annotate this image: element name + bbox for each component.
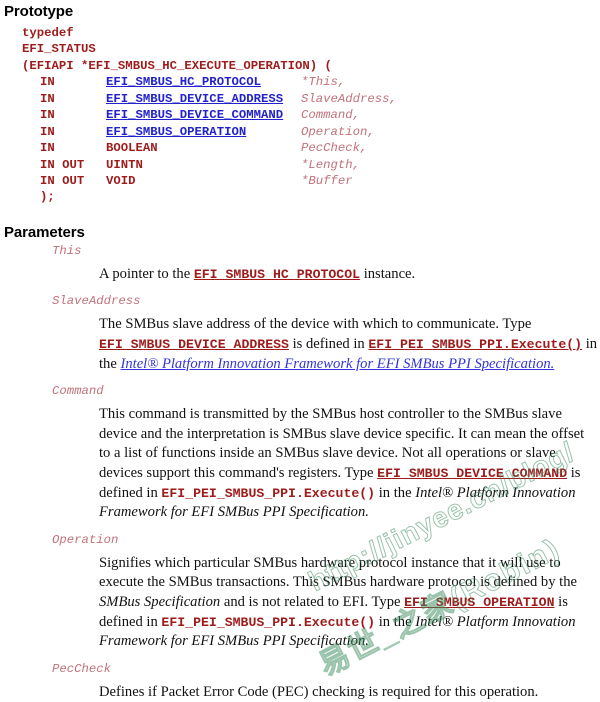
param-type: EFI_SMBUS_OPERATION xyxy=(106,124,301,140)
parameter-name: Command xyxy=(52,384,104,399)
parameter-name: Operation xyxy=(52,532,119,547)
parameters-heading: Parameters xyxy=(4,223,85,241)
code-reference[interactable]: EFI_PEI_SMBUS_PPI.Execute() xyxy=(161,486,375,501)
code-line: typedef xyxy=(22,25,600,41)
param-direction: IN xyxy=(40,91,55,106)
specification-link[interactable]: Intel® Platform Innovation Framework for… xyxy=(120,356,554,372)
parameters-list: This A pointer to the EFI_SMBUS_HC_PROTOC… xyxy=(0,241,600,702)
description-text: is defined in xyxy=(288,336,369,352)
description-text: in the xyxy=(375,484,416,501)
code-line: (EFIAPI *EFI_SMBUS_HC_EXECUTE_OPERATION)… xyxy=(22,58,600,74)
param-type: BOOLEAN xyxy=(106,141,158,156)
type-link[interactable]: EFI_SMBUS_DEVICE_COMMAND xyxy=(106,108,283,122)
param-variable: SlaveAddress, xyxy=(301,91,397,106)
code-close-paren: ); xyxy=(40,190,55,205)
document-page: Prototype typedef EFI_STATUS (EFIAPI *EFI_… xyxy=(0,0,600,700)
param-variable: Operation, xyxy=(301,124,375,139)
code-line: IN BOOLEAN PecCheck, xyxy=(22,140,600,156)
param-direction: IN xyxy=(40,141,55,156)
type-link[interactable]: EFI_SMBUS_OPERATION xyxy=(106,125,246,139)
parameter-description: Defines if Packet Error Code (PEC) check… xyxy=(0,683,600,702)
parameter-name: This xyxy=(52,243,82,258)
parameter-description: Signifies which particular SMBus hardwar… xyxy=(0,554,600,652)
description-text: in the xyxy=(375,613,416,630)
type-link[interactable]: EFI_SMBUS_DEVICE_ADDRESS xyxy=(106,92,283,106)
code-line: EFI_STATUS xyxy=(22,41,600,57)
prototype-code-block: typedef EFI_STATUS (EFIAPI *EFI_SMBUS_HC_E… xyxy=(0,25,600,206)
code-reference[interactable]: EFI_PEI_SMBUS_PPI.Execute() xyxy=(161,615,375,630)
code-keyword: (EFIAPI *EFI_SMBUS_HC_EXECUTE_OPERATION)… xyxy=(22,58,332,73)
code-line: ); xyxy=(22,189,600,205)
param-type: EFI_SMBUS_HC_PROTOCOL xyxy=(106,74,301,90)
code-line: IN OUT UINTN *Length, xyxy=(22,157,600,173)
param-variable: Command, xyxy=(301,108,361,123)
specification-title: SMBus Specification xyxy=(99,593,221,610)
param-type: EFI_SMBUS_DEVICE_COMMAND xyxy=(106,107,301,123)
param-type: UINTN xyxy=(106,157,143,172)
param-direction: IN xyxy=(40,124,55,139)
type-link[interactable]: EFI_SMBUS_HC_PROTOCOL xyxy=(106,75,261,89)
param-direction: IN xyxy=(40,108,55,123)
code-reference[interactable]: EFI_PEI_SMBUS_PPI.Execute() xyxy=(368,337,582,352)
parameter-description: The SMBus slave address of the device wi… xyxy=(0,315,600,374)
description-text: instance. xyxy=(360,265,416,282)
code-line: IN EFI_SMBUS_DEVICE_ADDRESS SlaveAddress, xyxy=(22,91,600,107)
code-keyword: typedef xyxy=(22,26,74,40)
parameter-name: SlaveAddress xyxy=(52,294,141,309)
param-variable: *Buffer xyxy=(301,173,353,188)
code-line: IN EFI_SMBUS_DEVICE_COMMAND Command, xyxy=(22,107,600,123)
param-variable: PecCheck, xyxy=(301,141,368,156)
code-reference[interactable]: EFI_SMBUS_DEVICE_COMMAND xyxy=(377,466,567,481)
parameter-description: A pointer to the EFI_SMBUS_HC_PROTOCOL i… xyxy=(0,265,600,285)
prototype-heading: Prototype xyxy=(4,3,74,20)
code-reference[interactable]: EFI_SMBUS_OPERATION xyxy=(404,595,554,610)
description-text: A pointer to the xyxy=(99,265,194,282)
code-line: IN OUT VOID *Buffer xyxy=(22,173,600,189)
description-text: Defines if Packet Error Code (PEC) check… xyxy=(99,683,539,700)
description-text: Signifies which particular SMBus hardwar… xyxy=(99,554,577,591)
parameter-description: This command is transmitted by the SMBus… xyxy=(0,405,600,523)
code-line: IN EFI_SMBUS_OPERATION Operation, xyxy=(22,124,600,140)
param-type: EFI_SMBUS_DEVICE_ADDRESS xyxy=(106,91,301,107)
code-line: IN EFI_SMBUS_HC_PROTOCOL *This, xyxy=(22,74,600,90)
param-variable: *This, xyxy=(301,75,346,90)
code-keyword: EFI_STATUS xyxy=(22,42,96,57)
param-direction: IN OUT xyxy=(40,173,85,188)
param-type: VOID xyxy=(106,173,136,188)
param-variable: *Length, xyxy=(301,157,361,172)
description-text: and is not related to EFI. Type xyxy=(220,593,405,610)
param-direction: IN xyxy=(40,75,55,90)
parameter-name: PecCheck xyxy=(52,661,112,676)
code-reference[interactable]: EFI_SMBUS_HC_PROTOCOL xyxy=(194,267,360,282)
code-reference[interactable]: EFI_SMBUS_DEVICE_ADDRESS xyxy=(99,337,289,352)
description-text: The SMBus slave address of the device wi… xyxy=(99,316,532,333)
param-direction: IN OUT xyxy=(40,157,85,172)
